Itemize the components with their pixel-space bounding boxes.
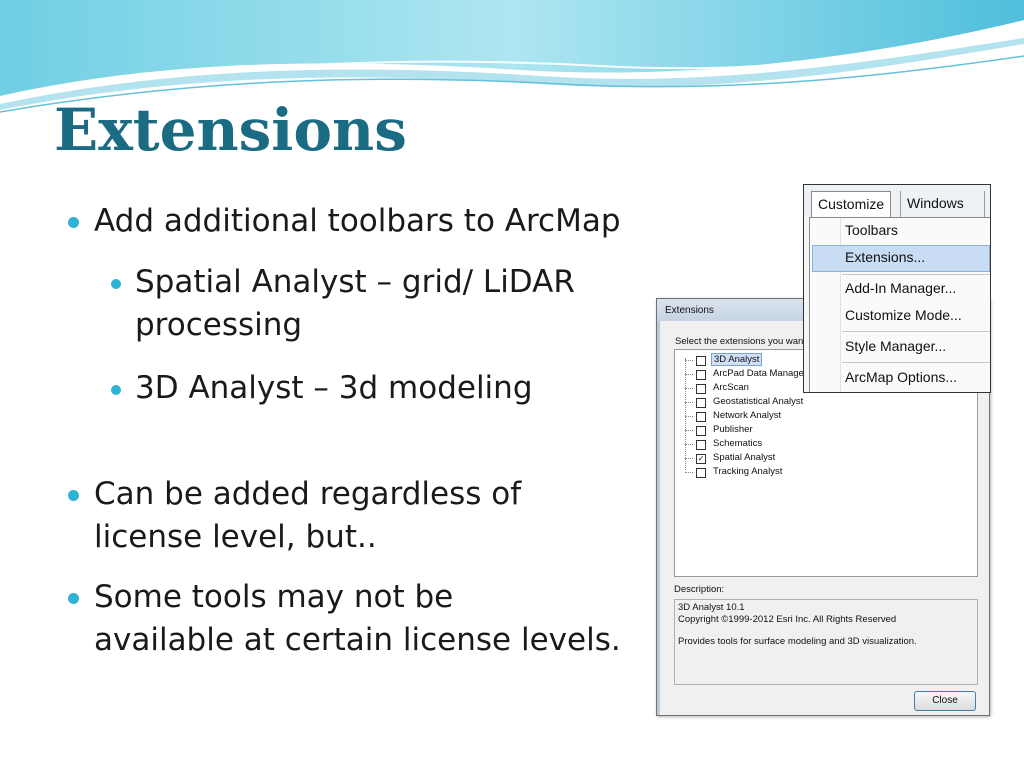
extension-label: Publisher — [713, 424, 753, 435]
menu-bar: Customize Windows — [804, 185, 991, 218]
tree-connector — [685, 430, 693, 431]
extension-checkbox[interactable] — [696, 356, 706, 366]
bullet-item: Some tools may not be available at certa… — [62, 576, 682, 662]
customize-menu: Customize Windows Toolbars Extensions...… — [803, 184, 991, 393]
bullet-dot — [68, 217, 79, 228]
description-line: Copyright ©1999-2012 Esri Inc. All Right… — [678, 614, 897, 625]
extension-label: Tracking Analyst — [713, 466, 783, 477]
slide-title: Extensions — [54, 96, 407, 164]
description-line: 3D Analyst 10.1 — [678, 602, 745, 613]
extension-label: Network Analyst — [713, 410, 782, 421]
dialog-frame-edge — [657, 321, 660, 715]
bullet-text: Add additional toolbars to ArcMap — [94, 203, 621, 239]
extension-checkbox[interactable] — [696, 370, 706, 380]
extension-label: ArcScan — [713, 382, 749, 393]
bullet-line: available at certain license levels. — [94, 622, 621, 658]
bullet-dot — [111, 279, 121, 289]
extension-checkbox[interactable] — [696, 398, 706, 408]
menu-separator — [842, 331, 990, 332]
dialog-title: Extensions — [665, 305, 714, 316]
tree-connector — [685, 444, 693, 445]
menu-item-add-in-manager[interactable]: Add-In Manager... — [845, 280, 956, 296]
tree-connector — [685, 388, 693, 389]
tree-connector — [685, 458, 693, 459]
extension-checkbox[interactable] — [696, 440, 706, 450]
menu-separator — [842, 274, 990, 275]
menu-item-arcmap-options[interactable]: ArcMap Options... — [845, 369, 957, 385]
tree-connector — [685, 360, 693, 361]
tree-connector — [685, 472, 693, 473]
extension-checkbox[interactable] — [696, 412, 706, 422]
sub-bullet-line: 3D Analyst – 3d modeling — [135, 370, 533, 406]
extension-label: 3D Analyst — [711, 353, 763, 366]
extension-checkbox[interactable] — [696, 384, 706, 394]
tree-connector — [685, 374, 693, 375]
menu-item-customize-mode[interactable]: Customize Mode... — [845, 307, 962, 323]
extension-label: ArcPad Data Manager — [713, 368, 807, 379]
menu-tab-customize[interactable]: Customize — [811, 191, 892, 218]
extension-label: Geostatistical Analyst — [713, 396, 804, 407]
extension-checkbox[interactable] — [696, 426, 706, 436]
bullet-line: Some tools may not be — [94, 579, 454, 615]
description-box: 3D Analyst 10.1 Copyright ©1999-2012 Esr… — [674, 599, 978, 685]
extension-label: Spatial Analyst — [713, 452, 776, 463]
sub-bullet-line: processing — [135, 307, 303, 343]
close-button[interactable]: Close — [914, 691, 976, 711]
extension-checkbox[interactable] — [696, 468, 706, 478]
tree-connector — [685, 402, 693, 403]
bullet-line: Can be added regardless of — [94, 476, 522, 512]
menu-separator — [842, 362, 990, 363]
extension-label: Schematics — [713, 438, 763, 449]
bullet-item: Can be added regardless of license level… — [62, 473, 682, 559]
bullet-dot — [111, 385, 121, 395]
sub-bullet-item: 3D Analyst – 3d modeling — [62, 367, 682, 410]
tree-connector — [685, 416, 693, 417]
extension-checkbox-checked[interactable]: ✓ — [696, 454, 706, 464]
bullet-line: license level, but.. — [94, 519, 377, 555]
description-label: Description: — [674, 584, 725, 595]
menu-tab-windows[interactable]: Windows — [900, 191, 970, 217]
description-line: Provides tools for surface modeling and … — [678, 636, 917, 647]
bullet-dot — [68, 490, 79, 501]
dialog-prompt: Select the extensions you want — [675, 336, 806, 347]
menu-dropdown: Toolbars Extensions... Add-In Manager...… — [809, 217, 990, 392]
bullet-list: Add additional toolbars to ArcMap Spatia… — [62, 200, 682, 662]
bullet-item: Add additional toolbars to ArcMap — [62, 200, 682, 243]
menu-tab-partial[interactable] — [984, 191, 991, 217]
menu-item-toolbars[interactable]: Toolbars — [845, 222, 898, 238]
bullet-dot — [68, 593, 79, 604]
sub-bullet-line: Spatial Analyst – grid/ LiDAR — [135, 264, 575, 300]
menu-item-style-manager[interactable]: Style Manager... — [845, 338, 946, 354]
menu-item-extensions[interactable]: Extensions... — [845, 249, 925, 265]
sub-bullet-item: Spatial Analyst – grid/ LiDAR processing — [62, 261, 682, 347]
